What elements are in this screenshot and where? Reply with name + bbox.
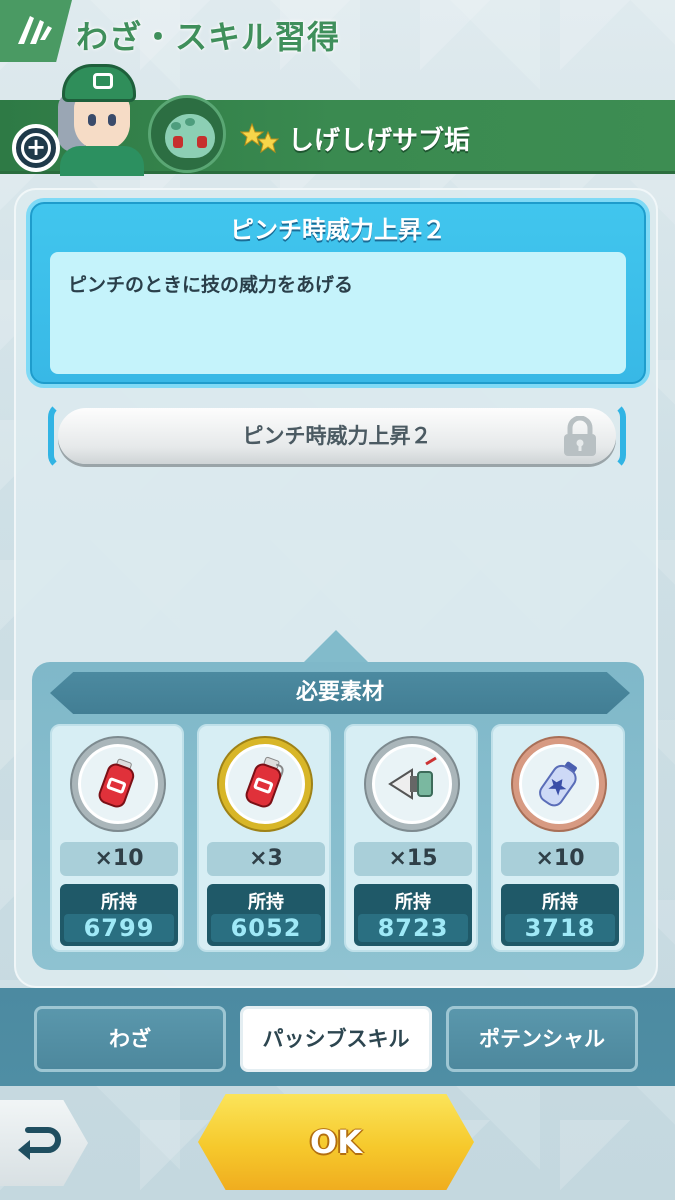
trainer-portrait [54, 58, 144, 176]
owned-value: 6052 [211, 914, 321, 942]
material-icon-ring [513, 738, 605, 830]
owned-value: 8723 [358, 914, 468, 942]
owned-value: 6799 [64, 914, 174, 942]
megaphone-icon [388, 756, 437, 800]
skill-slot[interactable]: ピンチ時威力上昇２ [48, 402, 626, 470]
owned-label: 所持 [395, 892, 431, 913]
material-icon-ring [366, 738, 458, 830]
red-bottle-icon [98, 758, 135, 808]
tab-potential[interactable]: ポテンシャル [446, 1006, 638, 1072]
material-quantity: ×10 [501, 842, 619, 876]
owned-label: 所持 [248, 892, 284, 913]
back-arrow-icon [18, 1127, 61, 1160]
skill-logo-icon [0, 0, 72, 62]
tab-passive-skills[interactable]: パッシブスキル [240, 1006, 432, 1072]
owned-label: 所持 [101, 892, 137, 913]
skill-slot-label: ピンチ時威力上昇２ [242, 424, 432, 448]
stars-icon [240, 122, 280, 154]
owned-label: 所持 [542, 892, 578, 913]
skill-title: ピンチ時威力上昇２ [230, 216, 446, 244]
skill-slot-button[interactable]: ピンチ時威力上昇２ [58, 408, 616, 464]
material-owned-box: 所持 3718 [501, 884, 619, 946]
material-icon-ring [72, 738, 164, 830]
material-owned-box: 所持 8723 [354, 884, 472, 946]
plus-icon: + [21, 133, 51, 163]
page-title: わざ・スキル習得 [76, 18, 341, 56]
skill-description-box: ピンチのときに技の威力をあげる [50, 252, 626, 374]
material-card[interactable]: ×10 所持 6799 [50, 724, 184, 952]
owned-value: 3718 [505, 914, 615, 942]
materials-header: 必要素材 [50, 672, 630, 714]
material-quantity: ×10 [60, 842, 178, 876]
material-card[interactable]: ×15 所持 8723 [344, 724, 478, 952]
red-bottle-icon [245, 756, 284, 808]
material-owned-box: 所持 6799 [60, 884, 178, 946]
material-icon-ring [219, 738, 311, 830]
material-card[interactable]: ×3 所持 6052 [197, 724, 331, 952]
ok-button[interactable]: OK [198, 1094, 474, 1190]
material-card[interactable]: ×10 所持 3718 [491, 724, 625, 952]
skill-detail-card: ピンチ時威力上昇２ ピンチのときに技の威力をあげる [26, 198, 650, 388]
material-quantity: ×15 [354, 842, 472, 876]
material-owned-box: 所持 6052 [207, 884, 325, 946]
lock-icon [564, 416, 596, 456]
blue-bottle-icon [539, 761, 577, 807]
skill-description: ピンチのときに技の威力をあげる [68, 274, 354, 296]
tab-moves[interactable]: わざ [34, 1006, 226, 1072]
sync-pair-name: しげしげサブ垢 [288, 126, 471, 156]
material-quantity: ×3 [207, 842, 325, 876]
pokemon-portrait [148, 95, 226, 173]
add-button[interactable]: + [12, 124, 60, 172]
